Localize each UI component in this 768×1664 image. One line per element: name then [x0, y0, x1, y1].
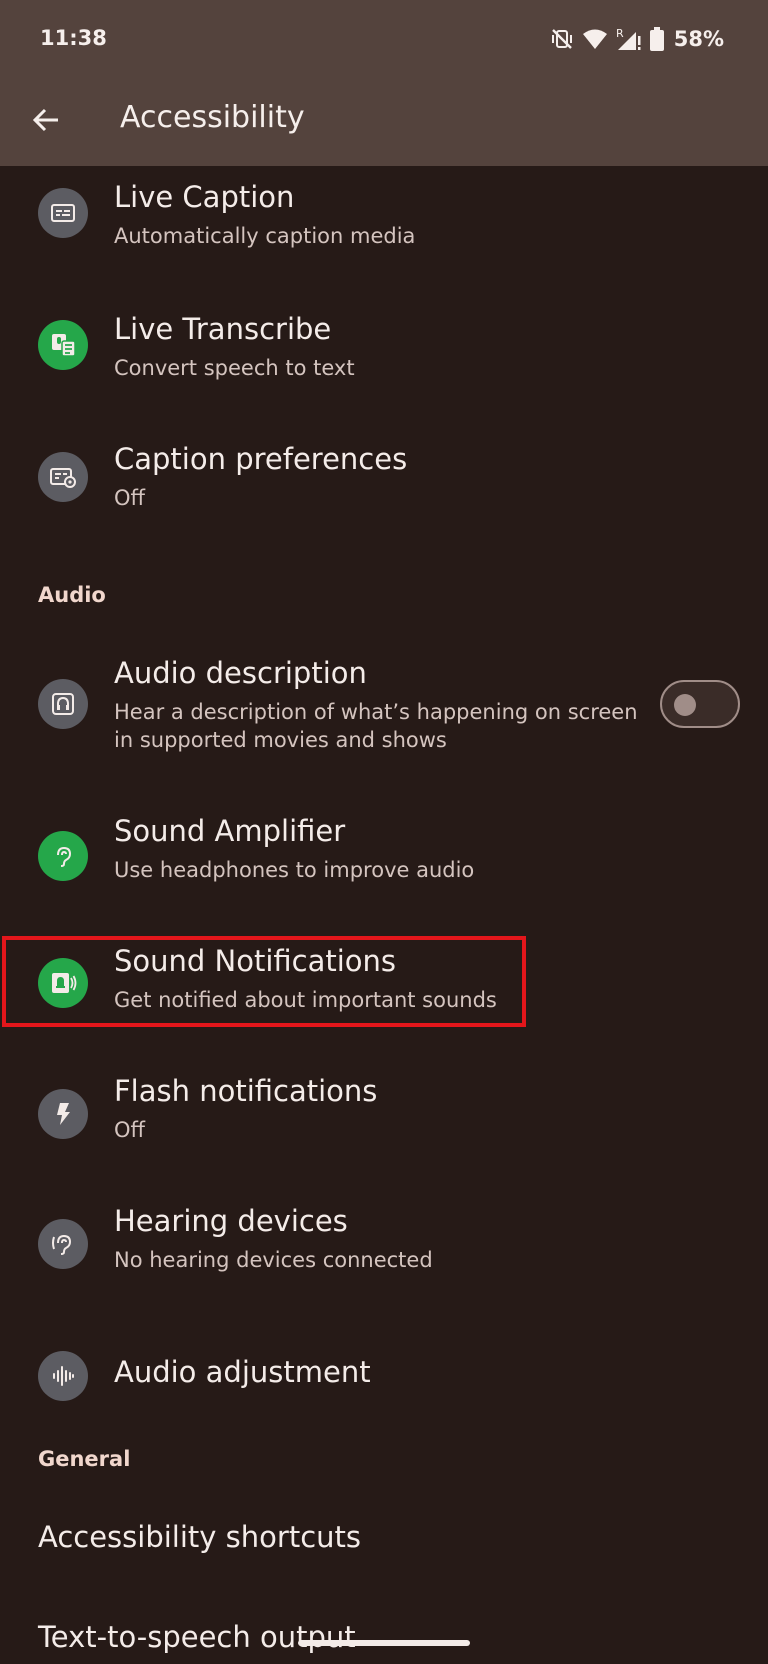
item-summary: Use headphones to improve audio: [114, 858, 475, 882]
item-summary: Hear a description of what’s happening o…: [114, 700, 638, 724]
item-title: Audio adjustment: [114, 1355, 371, 1389]
sound-wave-icon: [38, 1351, 88, 1401]
item-summary: Automatically caption media: [114, 224, 416, 248]
item-title: Caption preferences: [114, 442, 408, 476]
item-summary: Convert speech to text: [114, 356, 355, 380]
flash-icon: [38, 1089, 88, 1139]
item-title: Live Caption: [114, 180, 295, 214]
caption-icon: [38, 188, 88, 238]
status-time: 11:38: [40, 26, 107, 50]
back-button[interactable]: [22, 96, 70, 144]
list-item-caption-preferences[interactable]: Caption preferences Off: [0, 430, 768, 530]
item-summary: Off: [114, 1118, 145, 1142]
section-header-audio: Audio: [38, 583, 106, 607]
item-title: Flash notifications: [114, 1074, 378, 1108]
list-item-audio-description[interactable]: Audio description Hear a description of …: [0, 650, 768, 760]
highlight-box: [2, 936, 526, 1027]
list-item-hearing-devices[interactable]: Hearing devices No hearing devices conne…: [0, 1200, 768, 1300]
item-summary: Off: [114, 486, 145, 510]
ear-amplify-icon: [38, 831, 88, 881]
item-summary-line2: in supported movies and shows: [114, 728, 447, 752]
item-title: Audio description: [114, 656, 367, 690]
item-title: Live Transcribe: [114, 312, 332, 346]
app-bar: 11:38 R 58% Accessibility: [0, 0, 768, 166]
list-item-text-to-speech-output[interactable]: Text-to-speech output: [38, 1620, 356, 1654]
toggle-knob: [674, 694, 696, 716]
list-item-live-transcribe[interactable]: Live Transcribe Convert speech to text: [0, 300, 768, 400]
battery-percent: 58%: [673, 27, 724, 51]
item-title: Sound Amplifier: [114, 814, 346, 848]
vibrate-off-icon: [550, 27, 574, 51]
caption-settings-icon: [38, 452, 88, 502]
page-title: Accessibility: [120, 100, 305, 135]
list-item-live-caption[interactable]: Live Caption Automatically caption media: [0, 166, 768, 266]
list-item-sound-amplifier[interactable]: Sound Amplifier Use headphones to improv…: [0, 810, 768, 910]
list-item-audio-adjustment[interactable]: Audio adjustment: [0, 1330, 768, 1430]
list-item-flash-notifications[interactable]: Flash notifications Off: [0, 1070, 768, 1170]
svg-text:R: R: [616, 27, 624, 40]
item-summary: No hearing devices connected: [114, 1248, 433, 1272]
transcribe-icon: [38, 320, 88, 370]
audio-description-toggle[interactable]: [660, 680, 740, 728]
section-header-general: General: [38, 1447, 131, 1471]
list-item-accessibility-shortcuts[interactable]: Accessibility shortcuts: [38, 1520, 361, 1554]
item-title: Hearing devices: [114, 1204, 348, 1238]
status-icons: R 58%: [550, 24, 724, 54]
wifi-icon: [582, 28, 608, 50]
battery-icon: [649, 27, 664, 51]
audio-description-icon: [38, 679, 88, 729]
gesture-nav-handle[interactable]: [298, 1640, 470, 1646]
hearing-icon: [38, 1219, 88, 1269]
signal-roaming-icon: R: [616, 26, 642, 52]
arrow-back-icon: [32, 108, 58, 132]
